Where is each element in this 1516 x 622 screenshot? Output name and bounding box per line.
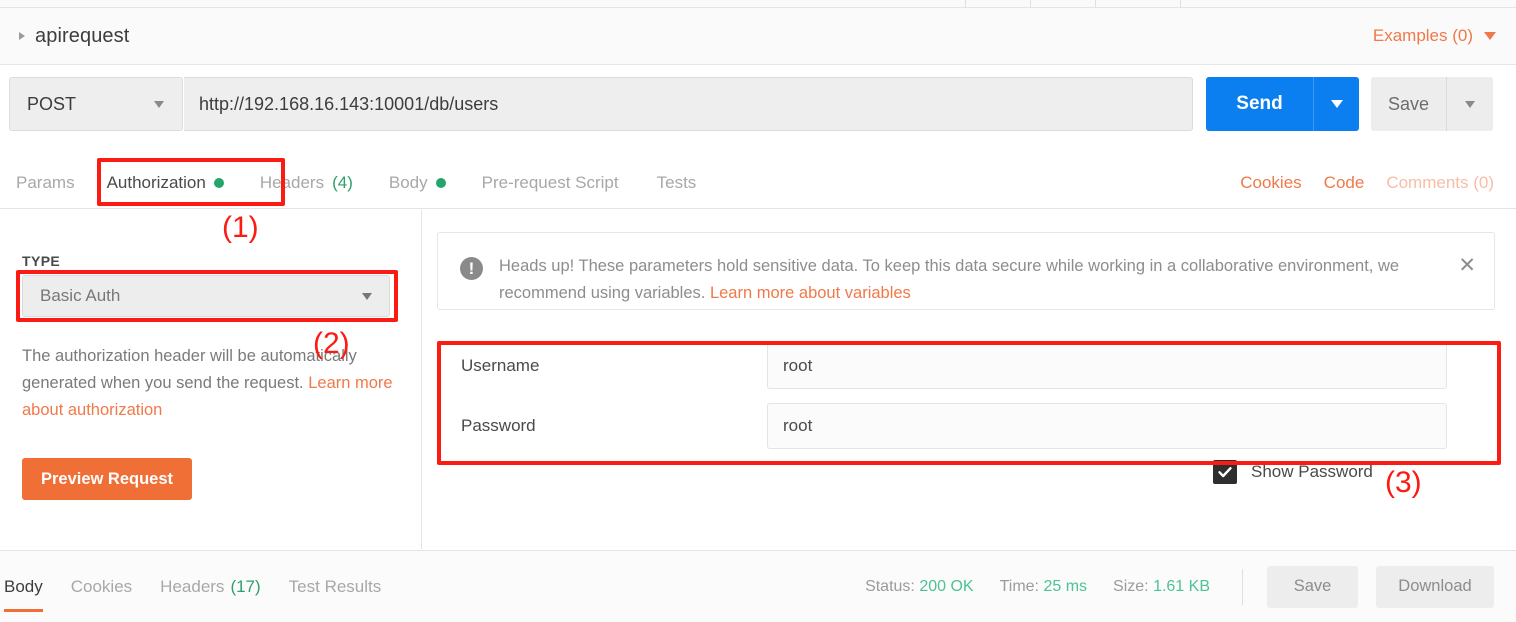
response-tab-headers[interactable]: Headers (17) [160,551,261,622]
exclamation-icon: ! [460,257,483,280]
chevron-down-icon [1484,32,1496,40]
send-options-button[interactable] [1313,77,1359,131]
save-options-button[interactable] [1446,77,1493,131]
tab-body[interactable]: Body [389,157,446,209]
url-input[interactable]: http://192.168.16.143:10001/db/users [184,77,1193,131]
tab-authorization[interactable]: Authorization [107,157,224,209]
password-input[interactable]: root [767,403,1447,449]
time-badge: Time: 25 ms [1000,578,1087,596]
tab-seam [1180,0,1181,8]
http-method-value: POST [27,94,76,115]
tab-tests[interactable]: Tests [657,157,697,209]
code-link[interactable]: Code [1324,173,1365,193]
url-value: http://192.168.16.143:10001/db/users [199,94,498,115]
size-badge: Size: 1.61 KB [1113,578,1210,596]
page-title: apirequest [35,25,129,48]
modified-dot-icon [436,178,446,188]
preview-request-button[interactable]: Preview Request [22,458,192,500]
http-method-select[interactable]: POST [9,77,183,131]
tab-label: Body [389,173,428,193]
username-input[interactable]: root [767,343,1447,389]
password-label: Password [437,416,767,436]
sensitive-data-notice: ! Heads up! These parameters hold sensit… [437,232,1495,310]
tab-headers[interactable]: Headers (4) [260,157,353,209]
window-tab-strip [0,0,1516,8]
send-button[interactable]: Send [1206,77,1313,131]
response-tab-test-results[interactable]: Test Results [289,551,382,622]
tab-count: (17) [230,577,260,597]
username-value: root [783,356,812,376]
divider [1242,569,1243,605]
url-row: POST http://192.168.16.143:10001/db/user… [0,66,1516,155]
request-name-bar: apirequest Examples (0) [0,8,1516,65]
status-key: Status: [865,578,915,595]
annotation-label-1: (1) [222,213,259,243]
cookies-link[interactable]: Cookies [1240,173,1301,193]
password-value: root [783,416,812,436]
tab-seam [1095,0,1096,8]
notice-text: Heads up! These parameters hold sensitiv… [499,253,1411,309]
expand-chevron-icon[interactable] [19,32,25,40]
tab-label: Tests [657,173,697,193]
examples-dropdown[interactable]: Examples (0) [1373,26,1496,46]
notice-link[interactable]: Learn more about variables [710,284,911,302]
comments-link[interactable]: Comments (0) [1386,173,1494,193]
tab-seam [1030,0,1031,8]
request-tab-actions: Cookies Code Comments (0) [1240,173,1494,193]
tab-label: Pre-request Script [482,173,619,193]
username-row: Username root [437,340,1495,392]
auth-type-value: Basic Auth [40,286,120,306]
chevron-down-icon [1465,101,1475,108]
postman-request-builder: apirequest Examples (0) POST http://192.… [0,0,1516,622]
download-response-button[interactable]: Download [1376,566,1494,608]
modified-dot-icon [214,178,224,188]
close-icon[interactable]: ✕ [1458,255,1476,276]
auth-type-pane: TYPE Basic Auth The authorization header… [0,210,422,549]
status-value: 200 OK [919,578,973,595]
username-label: Username [437,356,767,376]
tab-label: Headers [160,577,224,597]
tab-label: Authorization [107,173,206,193]
status-badge: Status: 200 OK [865,578,974,596]
time-key: Time: [1000,578,1039,595]
response-tab-cookies[interactable]: Cookies [71,551,132,622]
response-tab-body[interactable]: Body [4,551,43,622]
save-response-button[interactable]: Save [1267,566,1358,608]
chevron-down-icon [154,101,164,108]
tab-params[interactable]: Params [16,157,75,209]
time-value: 25 ms [1043,578,1087,595]
checkbox-checked-icon[interactable] [1213,460,1237,484]
chevron-down-icon [362,293,372,300]
auth-type-select[interactable]: Basic Auth [22,275,390,317]
save-button-group: Save [1371,77,1493,131]
auth-type-label: TYPE [22,253,60,269]
tab-label: Body [4,577,43,597]
response-meta: Status: 200 OK Time: 25 ms Size: 1.61 KB… [865,566,1516,608]
annotation-label-2: (2) [313,329,350,359]
tab-label: Test Results [289,577,382,597]
size-value: 1.61 KB [1153,578,1210,595]
examples-label: Examples (0) [1373,26,1473,46]
tab-label: Params [16,173,75,193]
notice-body: Heads up! These parameters hold sensitiv… [499,257,1399,302]
chevron-down-icon [1331,100,1343,108]
send-button-group: Send [1206,77,1359,131]
annotation-label-3: (3) [1385,468,1422,498]
show-password-label: Show Password [1251,462,1373,482]
response-bar: Body Cookies Headers (17) Test Results S… [0,550,1516,622]
password-row: Password root [437,400,1495,452]
save-request-button[interactable]: Save [1371,77,1446,131]
tab-pre-request-script[interactable]: Pre-request Script [482,157,619,209]
tab-seam [965,0,966,8]
show-password-toggle[interactable]: Show Password [1213,460,1373,484]
tab-count: (4) [332,173,353,193]
request-tab-bar: Params Authorization Headers (4) Body Pr… [0,157,1516,209]
tab-label: Cookies [71,577,132,597]
auth-details-pane: ! Heads up! These parameters hold sensit… [423,210,1516,549]
tab-label: Headers [260,173,324,193]
auth-help-body: The authorization header will be automat… [22,347,357,392]
size-key: Size: [1113,578,1149,595]
